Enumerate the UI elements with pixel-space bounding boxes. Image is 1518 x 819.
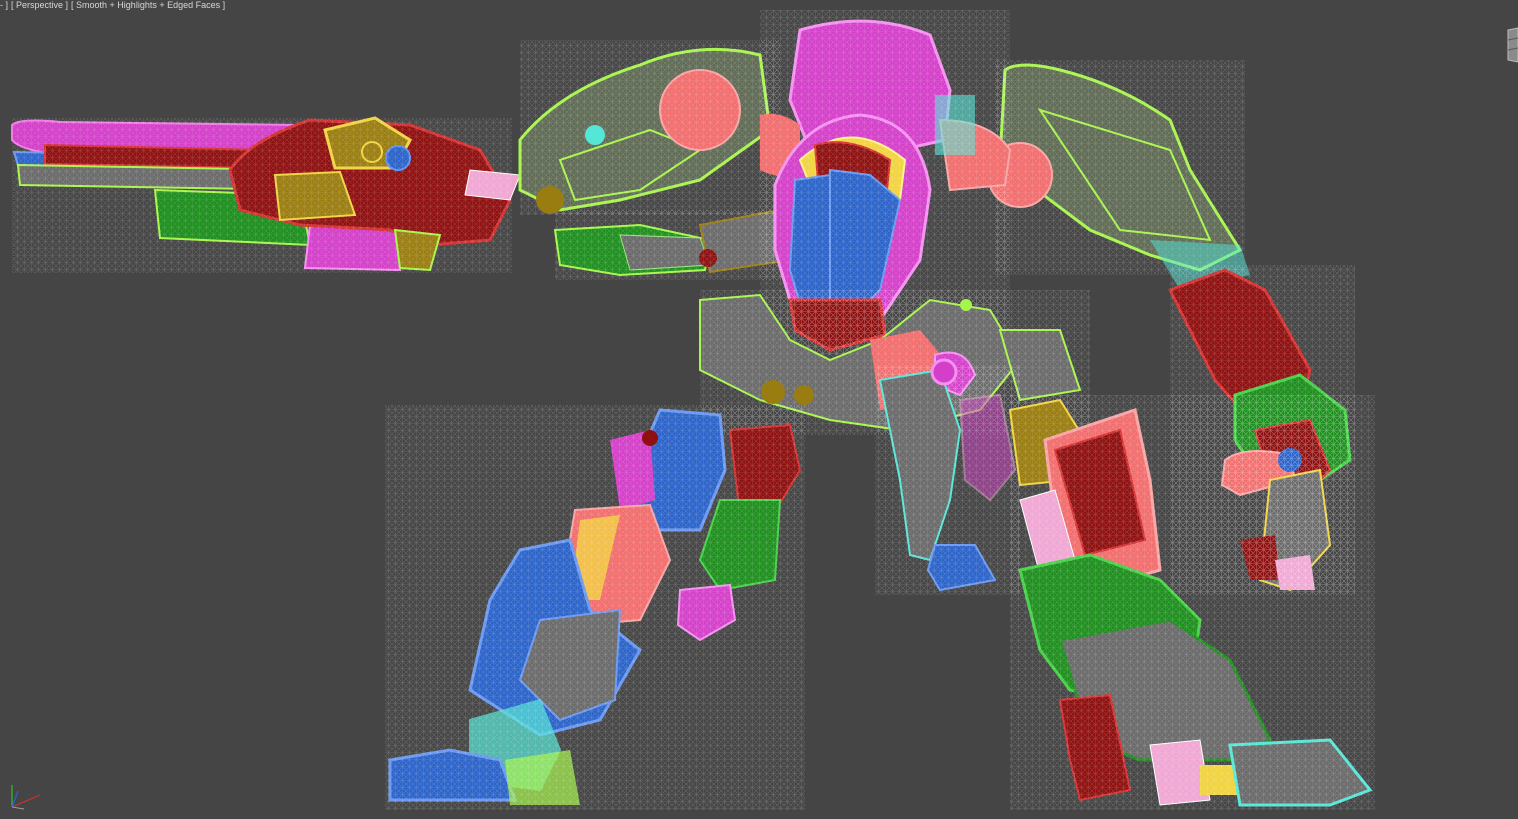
left-back-wing[interactable]	[518, 40, 780, 215]
perspective-viewport[interactable]: - ] [ Perspective ] [ Smooth + Highlight…	[0, 0, 1518, 819]
right-back-wing[interactable]	[987, 60, 1250, 290]
rifle[interactable]	[11, 116, 521, 273]
shading-mode-label[interactable]: [ Smooth + Highlights + Edged Faces ]	[71, 0, 228, 10]
left-leg[interactable]	[385, 405, 805, 810]
point-of-view-label[interactable]: [ Perspective ]	[11, 0, 71, 10]
viewport-menu-label[interactable]: - ]	[0, 0, 11, 10]
robot-model[interactable]	[0, 0, 1518, 819]
viewport-label: - ] [ Perspective ] [ Smooth + Highlight…	[0, 0, 228, 10]
center-leg[interactable]	[875, 365, 1020, 595]
right-leg[interactable]	[1008, 395, 1375, 810]
viewcube-icon[interactable]	[1506, 26, 1518, 66]
axis-tripod-icon	[4, 783, 44, 813]
left-arm[interactable]	[553, 208, 795, 280]
